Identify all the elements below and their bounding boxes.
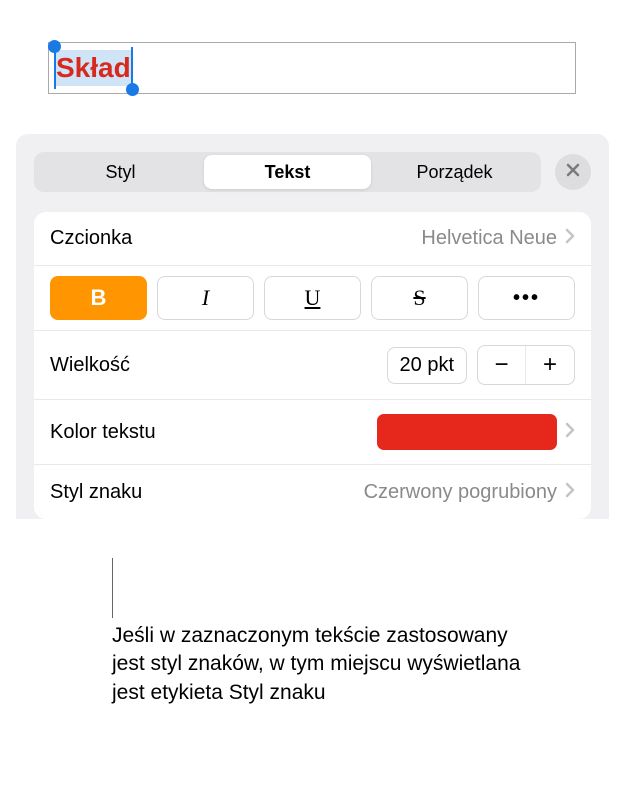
chevron-right-icon: [565, 228, 575, 249]
character-style-label: Styl znaku: [50, 481, 142, 504]
chevron-right-icon: [565, 422, 575, 443]
size-increase-button[interactable]: +: [526, 346, 574, 384]
size-value[interactable]: 20 pkt: [387, 347, 467, 384]
tabs-row: Styl Tekst Porządek: [34, 152, 591, 192]
character-style-row[interactable]: Styl znaku Czerwony pogrubiony: [34, 465, 591, 519]
format-panel: Styl Tekst Porządek Czcionka Helvetica N…: [16, 134, 609, 519]
text-box[interactable]: Skład: [48, 42, 576, 94]
underline-button[interactable]: U: [264, 276, 361, 320]
font-label: Czcionka: [50, 227, 132, 250]
text-color-row[interactable]: Kolor tekstu: [34, 400, 591, 465]
size-decrease-button[interactable]: −: [478, 346, 526, 384]
italic-button[interactable]: I: [157, 276, 254, 320]
selection-handle-bottom-right[interactable]: [126, 83, 139, 96]
selected-text[interactable]: Skład: [55, 50, 132, 86]
close-icon: [565, 161, 581, 184]
callout-line: [112, 558, 113, 618]
font-row[interactable]: Czcionka Helvetica Neue: [34, 212, 591, 266]
text-style-row: B I U S •••: [34, 266, 591, 331]
text-color-label: Kolor tekstu: [50, 421, 156, 444]
callout-text: Jeśli w zaznaczonym tekście zastosowany …: [112, 622, 532, 707]
chevron-right-icon: [565, 482, 575, 503]
bold-button[interactable]: B: [50, 276, 147, 320]
more-options-button[interactable]: •••: [478, 276, 575, 320]
font-value: Helvetica Neue: [421, 227, 557, 250]
strikethrough-button[interactable]: S: [371, 276, 468, 320]
text-color-swatch[interactable]: [377, 414, 557, 450]
selection-handle-top-left[interactable]: [48, 40, 61, 53]
tab-styl[interactable]: Styl: [37, 155, 204, 189]
tab-porzadek[interactable]: Porządek: [371, 155, 538, 189]
character-style-value: Czerwony pogrubiony: [364, 481, 557, 504]
size-row: Wielkość 20 pkt − +: [34, 331, 591, 400]
size-stepper: − +: [477, 345, 575, 385]
settings-card: Czcionka Helvetica Neue B I U S ••• Wiel…: [34, 212, 591, 519]
segmented-control: Styl Tekst Porządek: [34, 152, 541, 192]
size-label: Wielkość: [50, 354, 130, 377]
close-button[interactable]: [555, 154, 591, 190]
selected-text-content: Skład: [56, 52, 131, 83]
tab-tekst[interactable]: Tekst: [204, 155, 371, 189]
selection-handle-line-left: [54, 47, 56, 89]
